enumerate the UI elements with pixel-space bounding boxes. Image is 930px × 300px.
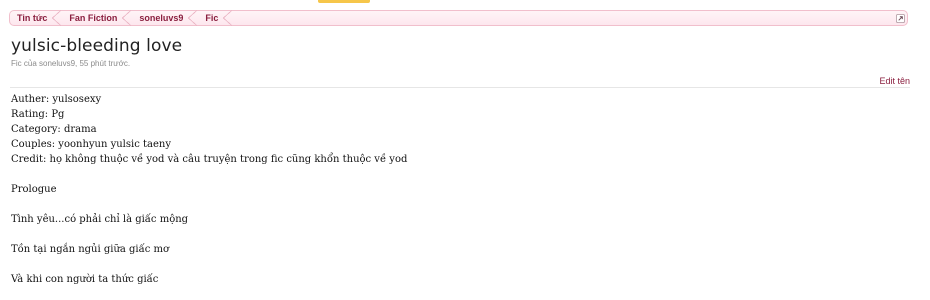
story-paragraph: Và khi con người ta thức giấc (11, 274, 159, 285)
page-title: yulsic-bleeding love (11, 36, 183, 56)
breadcrumb: Tin tức Fan Fiction soneluvs9 Fic (9, 10, 908, 26)
story-paragraph: Tồn tại ngắn ngủi giữa giấc mơ (11, 244, 170, 255)
edit-title-link[interactable]: Edit tên (879, 76, 910, 86)
thread-meta: Fic của soneluvs9, 55 phút trước. (11, 59, 131, 68)
post-content: Auther: yulsosexy Rating: Pg Category: d… (11, 92, 901, 287)
divider (10, 87, 910, 88)
breadcrumb-item-tin-tuc[interactable]: Tin tức (10, 10, 62, 26)
info-rating: Rating: Pg (11, 109, 65, 120)
breadcrumb-item-soneluvs9[interactable]: soneluvs9 (131, 10, 198, 26)
info-author: Auther: yulsosexy (11, 94, 102, 105)
info-couples: Couples: yoonhyun yulsic taeny (11, 139, 171, 150)
jump-to-icon[interactable] (893, 11, 907, 25)
story-paragraph: Tình yêu...có phải chỉ là giấc mộng (11, 214, 189, 225)
top-accent-tab (318, 0, 370, 3)
info-category: Category: drama (11, 124, 97, 135)
info-credit: Credit: họ không thuộc về yod và câu tru… (11, 154, 408, 165)
prologue-heading: Prologue (11, 184, 57, 195)
breadcrumb-item-fic[interactable]: Fic (197, 10, 233, 26)
breadcrumb-item-fan-fiction[interactable]: Fan Fiction (61, 10, 132, 26)
